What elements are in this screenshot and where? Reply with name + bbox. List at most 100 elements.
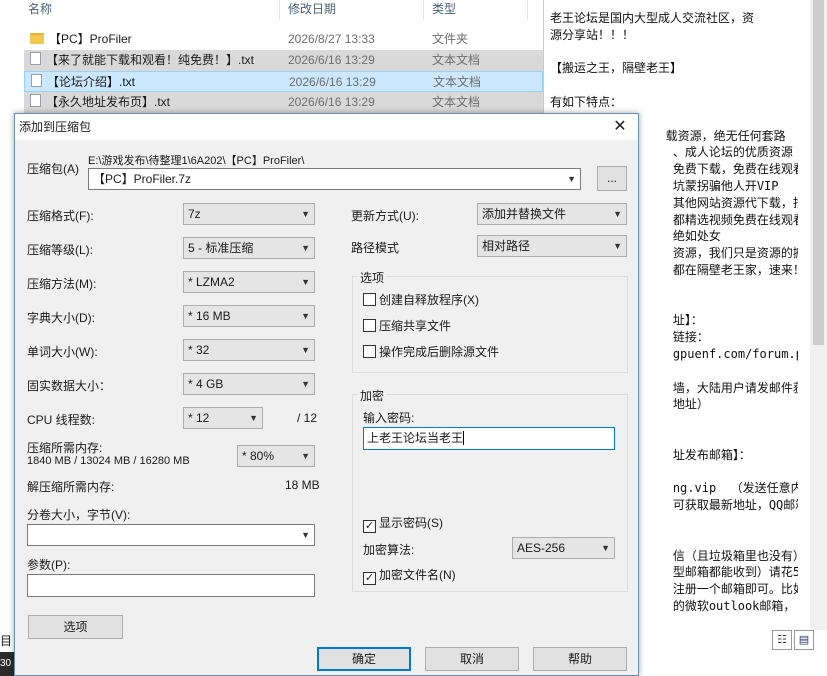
file-name: 【PC】ProFiler: [49, 32, 132, 46]
params-input[interactable]: [27, 574, 315, 597]
method-label: 压缩方法(M):: [27, 277, 97, 291]
column-header-name[interactable]: 名称: [24, 0, 280, 20]
dialog-titlebar: 添加到压缩包 ✕: [15, 114, 638, 140]
solid-select[interactable]: * 4 GB ▼: [183, 373, 315, 395]
close-icon[interactable]: ✕: [610, 117, 630, 137]
file-type: 文本文档: [433, 75, 482, 89]
cpu-select[interactable]: * 12 ▼: [183, 407, 263, 429]
level-select[interactable]: 5 - 标准压缩 ▼: [183, 237, 315, 259]
file-type: 文件夹: [432, 32, 469, 46]
file-name: 【论坛介绍】.txt: [47, 75, 136, 89]
column-header-type[interactable]: 类型: [428, 0, 528, 20]
level-value: 5 - 标准压缩: [188, 241, 254, 255]
file-name: 【来了就能下载和观看！纯免费！】.txt: [46, 53, 255, 67]
chevron-down-icon: ▼: [567, 174, 576, 184]
dialog-title: 添加到压缩包: [19, 120, 92, 134]
show-password-label: 显示密码(S): [379, 516, 443, 530]
archive-label: 压缩包(A): [27, 162, 79, 176]
method-select[interactable]: * LZMA2 ▼: [183, 271, 315, 293]
details-view-icon[interactable]: ☷: [772, 630, 792, 650]
file-row[interactable]: 【论坛介绍】.txt 2026/6/16 13:29 文本文档: [24, 71, 543, 92]
options-button[interactable]: 选项: [28, 615, 123, 639]
archive-name-value: 【PC】ProFiler.7z: [93, 172, 192, 186]
update-value: 添加并替换文件: [482, 207, 567, 221]
password-input[interactable]: 上老王论坛当老王: [363, 427, 615, 450]
method-value: * LZMA2: [188, 275, 235, 289]
archive-path: E:\游戏发布\待整理1\6A202\【PC】ProFiler\: [88, 155, 305, 167]
cpu-total: / 12: [297, 411, 318, 425]
checkbox-box: [363, 345, 376, 358]
path-label: 路径模式: [351, 241, 400, 255]
delete-source-checkbox[interactable]: 操作完成后删除源文件: [363, 345, 499, 359]
word-value: * 32: [188, 343, 210, 357]
cancel-button[interactable]: 取消: [425, 647, 519, 671]
dict-label: 字典大小(D):: [27, 311, 95, 325]
chevron-down-icon: ▼: [613, 209, 622, 219]
browse-button[interactable]: ...: [597, 166, 627, 191]
file-row[interactable]: 【永久地址发布页】.txt 2026/6/16 13:29 文本文档: [24, 92, 543, 113]
chevron-down-icon: ▼: [301, 277, 310, 287]
level-label: 压缩等级(L):: [27, 243, 94, 257]
mem-select[interactable]: * 80% ▼: [237, 445, 315, 467]
decomp-value: 18 MB: [285, 478, 320, 492]
file-type: 文本文档: [432, 95, 481, 109]
chevron-down-icon: ▼: [301, 243, 310, 253]
side-label: 目: [0, 634, 13, 648]
shared-checkbox[interactable]: 压缩共享文件: [363, 319, 451, 333]
sfx-checkbox[interactable]: 创建自释放程序(X): [363, 293, 479, 307]
file-date: 2026/6/16 13:29: [288, 53, 375, 67]
update-select[interactable]: 添加并替换文件 ▼: [477, 203, 627, 225]
word-label: 单词大小(W):: [27, 345, 98, 359]
mem-label: 压缩所需内存:: [27, 441, 103, 455]
password-label: 输入密码:: [363, 411, 415, 425]
check-icon: ✓: [363, 520, 376, 533]
file-type: 文本文档: [432, 53, 481, 67]
chevron-down-icon: ▼: [249, 413, 258, 423]
encrypt-names-label: 加密文件名(N): [379, 568, 456, 582]
text-file-icon: [30, 94, 41, 107]
chevron-down-icon: ▼: [301, 451, 310, 461]
params-label: 参数(P):: [27, 558, 71, 572]
solid-label: 固实数据大小：: [27, 379, 112, 393]
password-value: 上老王论坛当老王: [367, 431, 464, 445]
mem-detail: 1840 MB / 13024 MB / 16280 MB: [27, 455, 190, 467]
chevron-down-icon: ▼: [301, 530, 310, 540]
archive-name-combo[interactable]: 【PC】ProFiler.7z ▼: [88, 168, 581, 190]
word-select[interactable]: * 32 ▼: [183, 339, 315, 361]
preview-view-icon[interactable]: ▤: [794, 630, 814, 650]
dict-select[interactable]: * 16 MB ▼: [183, 305, 315, 327]
format-select[interactable]: 7z ▼: [183, 203, 315, 225]
checkbox-box: [363, 319, 376, 332]
file-date: 2026/6/16 13:29: [289, 75, 376, 89]
encryption-group-label: 加密: [358, 387, 387, 404]
cpu-value: * 12: [188, 411, 210, 425]
update-label: 更新方式(U):: [351, 209, 419, 223]
path-select[interactable]: 相对路径 ▼: [477, 235, 627, 257]
enc-method-label: 加密算法:: [363, 543, 415, 557]
solid-value: * 4 GB: [188, 377, 224, 391]
column-header-date[interactable]: 修改日期: [284, 0, 424, 20]
help-button[interactable]: 帮助: [533, 647, 627, 671]
mem-value: * 80%: [242, 449, 275, 463]
sfx-label: 创建自释放程序(X): [379, 293, 479, 307]
encrypt-names-checkbox[interactable]: ✓ 加密文件名(N): [363, 568, 456, 585]
decomp-label: 解压缩所需内存:: [27, 480, 115, 494]
vertical-scrollbar[interactable]: [810, 0, 827, 630]
folder-icon: [30, 33, 44, 44]
chevron-down-icon: ▼: [301, 379, 310, 389]
enc-method-select[interactable]: AES-256 ▼: [512, 537, 615, 559]
add-to-archive-dialog: 添加到压缩包 ✕ 压缩包(A) E:\游戏发布\待整理1\6A202\【PC】P…: [14, 113, 639, 676]
text-caret: [463, 431, 465, 445]
chevron-down-icon: ▼: [301, 311, 310, 321]
file-row[interactable]: 【来了就能下载和观看！纯免费！】.txt 2026/6/16 13:29 文本文…: [24, 50, 543, 71]
scrollbar-thumb[interactable]: [813, 0, 824, 345]
split-combo[interactable]: ▼: [27, 524, 315, 546]
check-icon: ✓: [363, 572, 376, 585]
file-row[interactable]: 【PC】ProFiler 2026/8/27 13:33 文件夹: [24, 29, 543, 50]
file-name: 【永久地址发布页】.txt: [46, 95, 171, 109]
chevron-down-icon: ▼: [301, 345, 310, 355]
ok-button[interactable]: 确定: [317, 647, 411, 671]
chevron-down-icon: ▼: [613, 241, 622, 251]
taskbar-fragment: 30: [0, 652, 14, 676]
show-password-checkbox[interactable]: ✓ 显示密码(S): [363, 516, 443, 533]
